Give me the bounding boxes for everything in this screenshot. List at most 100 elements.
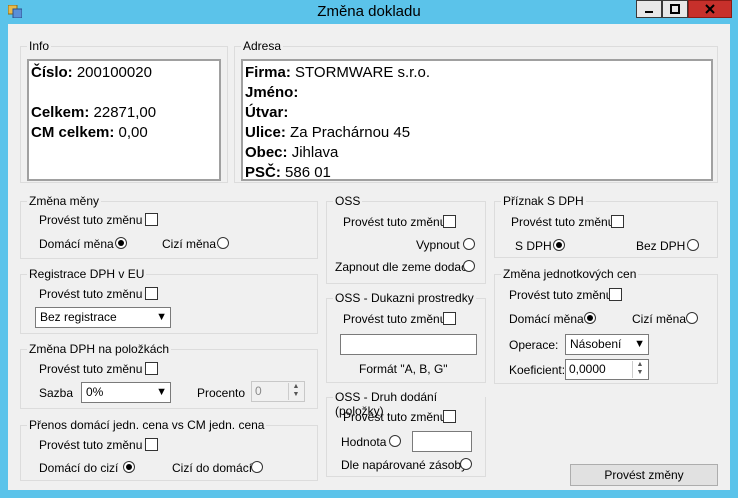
koeficient-value: 0,0000: [569, 362, 606, 376]
utvar-label: Útvar:: [245, 104, 289, 121]
celkem-row: Celkem: 22871,00: [31, 103, 217, 123]
obec-label: Obec:: [245, 144, 288, 161]
oss-zapnout-radio[interactable]: [463, 260, 475, 272]
cislo-label: Číslo:: [31, 64, 73, 81]
adresa-group-label: Adresa: [241, 39, 284, 53]
jednotkove-apply-checkbox[interactable]: [609, 288, 622, 301]
oss-zapnout-label: Zapnout dle zeme dodaci: [335, 260, 470, 274]
window: Změna dokladu Info Číslo: 200100020 Celk…: [0, 0, 738, 498]
submit-button[interactable]: Provést změny: [570, 464, 718, 486]
obec-value: Jihlava: [291, 144, 339, 161]
bez-dph-label: Bez DPH: [636, 239, 686, 253]
oss-druh-apply-label: Provést tuto změnu: [343, 410, 447, 424]
naparovane-radio[interactable]: [460, 458, 472, 470]
oss-format-label: Formát "A, B, G": [359, 362, 448, 376]
ulice-row: Ulice: Za Prachárnou 45: [245, 123, 709, 143]
jednotkove-domaci-label: Domácí měna: [509, 312, 584, 326]
oss-vypnout-label: Vypnout: [416, 238, 460, 252]
registrace-apply-checkbox[interactable]: [145, 287, 158, 300]
priznak-apply-label: Provést tuto změnu: [511, 215, 615, 229]
jednotkove-ceny-group-label: Změna jednotkových cen: [501, 267, 639, 281]
celkem-value: 22871,00: [93, 104, 157, 121]
oss-druh-group: OSS - Druh dodání (položky) Provést tuto…: [326, 390, 486, 477]
domaci-do-cizi-label: Domácí do cizí: [39, 461, 119, 475]
dialog-client-area: Info Číslo: 200100020 Celkem: 22871,00 C…: [8, 24, 730, 490]
prenos-apply-label: Provést tuto změnu: [39, 438, 143, 452]
prenos-apply-checkbox[interactable]: [145, 438, 158, 451]
ulice-value: Za Prachárnou 45: [290, 124, 411, 141]
registrace-apply-label: Provést tuto změnu: [39, 287, 143, 301]
minimize-button[interactable]: [636, 0, 662, 18]
chevron-down-icon: ▼: [156, 386, 167, 398]
oss-group: OSS Provést tuto změnu Vypnout Zapnout d…: [326, 194, 486, 284]
oss-dukazni-input[interactable]: [340, 334, 477, 355]
celkem-label: Celkem:: [31, 104, 90, 121]
info-group-label: Info: [27, 39, 52, 53]
oss-druh-apply-checkbox[interactable]: [443, 410, 456, 423]
title-bar: Změna dokladu: [0, 0, 738, 24]
cm-celkem-row: CM celkem: 0,00: [31, 123, 217, 143]
zmena-meny-apply-checkbox[interactable]: [145, 213, 158, 226]
cm-celkem-label: CM celkem:: [31, 124, 115, 141]
domaci-do-cizi-radio[interactable]: [123, 461, 135, 473]
zmena-meny-apply-label: Provést tuto změnu: [39, 213, 143, 227]
priznak-apply-checkbox[interactable]: [611, 215, 624, 228]
oss-apply-label: Provést tuto změnu: [343, 215, 447, 229]
zmena-dph-group-label: Změna DPH na položkách: [27, 342, 172, 356]
firma-value: STORMWARE s.r.o.: [295, 64, 431, 81]
hodnota-label: Hodnota: [341, 435, 387, 449]
s-dph-radio[interactable]: [553, 239, 565, 251]
jednotkove-domaci-radio[interactable]: [584, 312, 596, 324]
cizi-do-domaci-label: Cizí do domácí: [172, 461, 253, 475]
psc-value: 586 01: [285, 164, 331, 181]
cizi-do-domaci-radio[interactable]: [251, 461, 263, 473]
psc-row: PSČ: 586 01: [245, 163, 709, 183]
operace-combo[interactable]: Násobení ▼: [565, 334, 649, 355]
sazba-combo[interactable]: 0% ▼: [81, 382, 171, 403]
spinner-arrows-icon[interactable]: ▲ ▼: [288, 383, 303, 400]
koeficient-label: Koeficient:: [509, 363, 566, 377]
naparovane-label: Dle napárované zásoby: [341, 458, 468, 472]
procento-value: 0: [255, 384, 262, 398]
jednotkove-cizi-radio[interactable]: [686, 312, 698, 324]
bez-dph-radio[interactable]: [687, 239, 699, 251]
oss-apply-checkbox[interactable]: [443, 215, 456, 228]
zmena-meny-domaci-radio[interactable]: [115, 237, 127, 249]
hodnota-radio[interactable]: [389, 435, 401, 447]
zmena-meny-domaci-label: Domácí měna: [39, 237, 114, 251]
info-group: Info Číslo: 200100020 Celkem: 22871,00 C…: [20, 39, 228, 183]
sazba-combo-value: 0%: [86, 385, 104, 399]
cislo-value: 200100020: [76, 64, 152, 81]
oss-group-label: OSS: [333, 194, 363, 208]
minimize-icon: [645, 11, 653, 13]
spinner-arrows-icon[interactable]: ▲ ▼: [632, 361, 647, 378]
priznak-sdph-group-label: Příznak S DPH: [501, 194, 586, 208]
close-button[interactable]: [688, 0, 732, 18]
procento-stepper[interactable]: 0 ▲ ▼: [251, 381, 305, 402]
cislo-row: Číslo: 200100020: [31, 63, 217, 83]
oss-dukazni-apply-label: Provést tuto změnu: [343, 312, 447, 326]
hodnota-input[interactable]: [412, 431, 472, 452]
s-dph-label: S DPH: [515, 239, 552, 253]
registrace-combo[interactable]: Bez registrace ▼: [35, 307, 171, 328]
zmena-meny-group-label: Změna měny: [27, 194, 102, 208]
jmeno-label: Jméno:: [245, 84, 299, 101]
zmena-dph-apply-checkbox[interactable]: [145, 362, 158, 375]
maximize-button[interactable]: [662, 0, 688, 18]
jmeno-row: Jméno:: [245, 83, 709, 103]
jednotkove-apply-label: Provést tuto změnu: [509, 288, 613, 302]
firma-row: Firma: STORMWARE s.r.o.: [245, 63, 709, 83]
koeficient-stepper[interactable]: 0,0000 ▲ ▼: [565, 359, 649, 380]
prenos-group-label: Přenos domácí jedn. cena vs CM jedn. cen…: [27, 418, 267, 432]
sazba-label: Sazba: [39, 386, 74, 400]
psc-label: PSČ:: [245, 164, 281, 181]
zmena-meny-cizi-radio[interactable]: [217, 237, 229, 249]
firma-label: Firma:: [245, 64, 291, 81]
ulice-label: Ulice:: [245, 124, 286, 141]
registrace-dph-group-label: Registrace DPH v EU: [27, 267, 147, 281]
utvar-row: Útvar:: [245, 103, 709, 123]
oss-vypnout-radio[interactable]: [463, 238, 475, 250]
cm-celkem-value: 0,00: [118, 124, 148, 141]
oss-dukazni-apply-checkbox[interactable]: [443, 312, 456, 325]
info-box: Číslo: 200100020 Celkem: 22871,00 CM cel…: [27, 59, 221, 181]
